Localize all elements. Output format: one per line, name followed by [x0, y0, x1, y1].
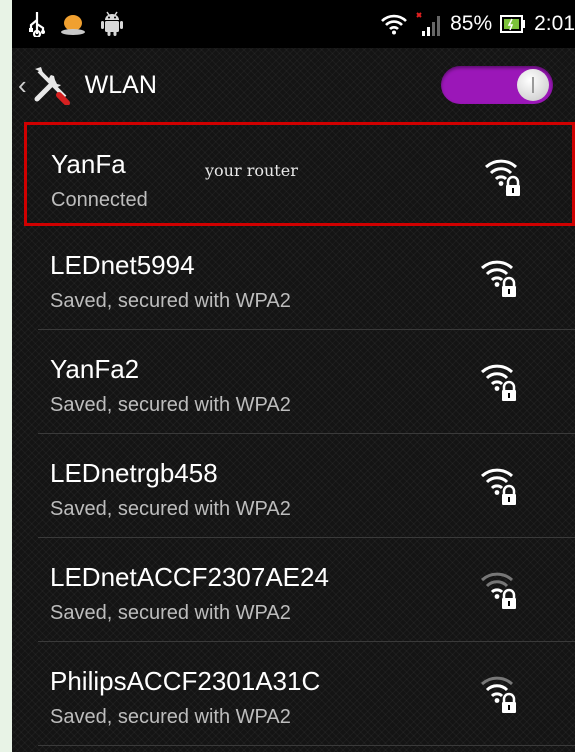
wifi-lock-icon [480, 676, 516, 713]
network-item[interactable]: YanFa2 Saved, secured with WPA2 [38, 330, 575, 434]
battery-percent: 85% [450, 12, 493, 35]
network-status: Saved, secured with WPA2 [50, 290, 291, 312]
clock: 2:01 [534, 12, 575, 35]
network-status: Saved, secured with WPA2 [50, 394, 291, 416]
usb-icon [28, 11, 46, 37]
network-status: Saved, secured with WPA2 [50, 602, 291, 624]
network-name: YanFa2 [50, 354, 140, 384]
status-bar-right: 85% 2:01 [380, 11, 575, 37]
network-name: PhilipsACCF2301A31C [50, 666, 321, 696]
wifi-icon [380, 13, 408, 35]
toggle-knob-line [532, 77, 534, 93]
network-status: Connected [51, 189, 148, 211]
network-item[interactable]: LEDnetrgb458 Saved, secured with WPA2 [38, 434, 575, 538]
wifi-lock-icon [480, 572, 516, 609]
back-chevron-icon[interactable]: ‹ [18, 70, 27, 101]
network-item[interactable]: LEDnet5994 Saved, secured with WPA2 [38, 226, 575, 330]
signal-icon [416, 11, 442, 37]
network-name: LEDnetACCF2307AE24 [50, 562, 329, 592]
wifi-lock-icon [480, 260, 516, 297]
settings-tools-icon[interactable] [31, 65, 71, 105]
wifi-lock-icon [480, 364, 516, 401]
wifi-lock-icon [484, 159, 520, 196]
network-name: LEDnetrgb458 [50, 458, 218, 488]
page-title: WLAN [84, 70, 157, 99]
network-status: Saved, secured with WPA2 [50, 706, 291, 728]
status-bar: 85% 2:01 [12, 0, 575, 48]
network-item-highlighted[interactable]: YanFa Connected your router [24, 122, 575, 226]
network-list: YanFa Connected your router LEDnet5994 S… [12, 122, 575, 746]
network-name: YanFa [51, 149, 126, 179]
toggle-knob[interactable] [517, 69, 549, 101]
network-item[interactable]: LEDnetACCF2307AE24 Saved, secured with W… [38, 538, 575, 642]
battery-icon [500, 15, 526, 33]
android-icon [100, 11, 124, 37]
network-name: LEDnet5994 [50, 250, 195, 280]
phone-screen: 85% 2:01 ‹ WLAN YanFa Connected your rou… [12, 0, 575, 752]
notification-icon [60, 12, 86, 36]
network-item[interactable]: PhilipsACCF2301A31C Saved, secured with … [38, 642, 575, 746]
network-status: Saved, secured with WPA2 [50, 498, 291, 520]
wifi-lock-icon [480, 468, 516, 505]
router-annotation: your router [205, 161, 298, 180]
wlan-toggle[interactable] [441, 66, 553, 104]
action-bar: ‹ WLAN [12, 48, 575, 122]
status-bar-left [12, 11, 124, 37]
